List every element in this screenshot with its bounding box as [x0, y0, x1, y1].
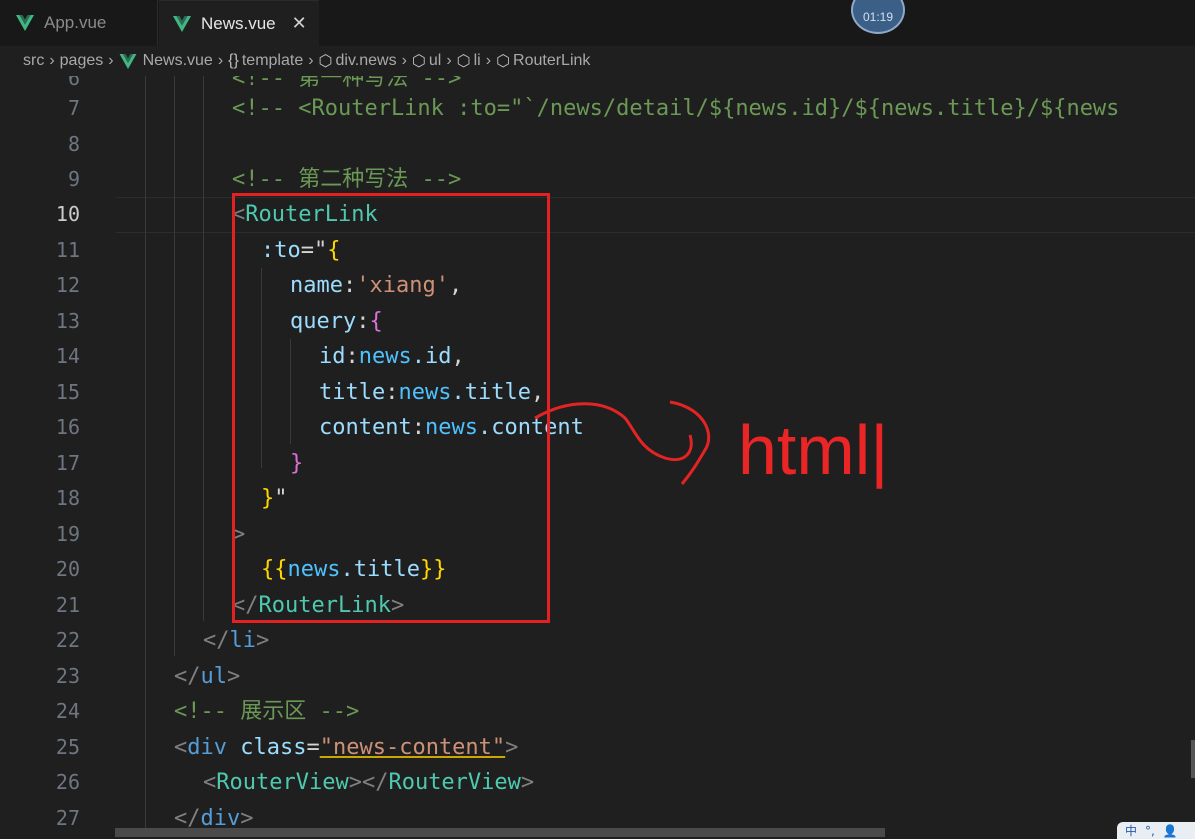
- token: >: [240, 806, 254, 828]
- line-number: 26: [55, 770, 80, 794]
- code-line: <!-- 展示区 -->: [174, 694, 359, 730]
- timer-text: 01:19: [862, 10, 894, 24]
- comment: <!-- 第一种写法 -->: [232, 76, 462, 91]
- tag-name: div: [200, 806, 241, 828]
- tag-name: RouterView: [216, 770, 349, 795]
- cube-icon: ⬡: [411, 53, 426, 70]
- cube-icon: ⬡: [496, 53, 511, 70]
- tag-name: li: [229, 628, 257, 653]
- annotation-box: [232, 193, 550, 623]
- code-line: <!-- <RouterLink :to="`/news/detail/${ne…: [232, 91, 1119, 127]
- code-line: <div class="news-content">: [174, 730, 518, 766]
- cube-icon: ⬡: [456, 53, 471, 70]
- line-number: 12: [55, 273, 80, 297]
- ime-lang: 中: [1125, 824, 1138, 838]
- breadcrumb-item[interactable]: src: [23, 52, 44, 70]
- token: <: [174, 735, 188, 760]
- tab-label: News.vue: [201, 13, 276, 33]
- token: >: [520, 770, 535, 795]
- chevron-right-icon: ›: [446, 52, 452, 69]
- chevron-right-icon: ›: [217, 52, 224, 69]
- tab-label: App.vue: [44, 13, 107, 32]
- comment: <!-- 第二种写法 -->: [232, 167, 462, 192]
- chevron-right-icon: ›: [108, 52, 114, 69]
- chevron-right-icon: ›: [308, 52, 314, 69]
- line-number: 27: [55, 806, 80, 828]
- line-number: 13: [55, 309, 80, 333]
- line-number: 19: [55, 522, 80, 546]
- token: </: [203, 628, 230, 653]
- breadcrumb-item[interactable]: template: [242, 52, 303, 70]
- code-line: </li>: [203, 623, 269, 659]
- chevron-right-icon: ›: [49, 52, 55, 69]
- breadcrumb-item[interactable]: li: [474, 52, 481, 70]
- comment: <!-- 展示区 -->: [174, 699, 360, 724]
- line-number: 24: [55, 699, 80, 723]
- line-number: 17: [55, 451, 80, 475]
- token: </: [174, 664, 201, 689]
- token: >: [505, 735, 519, 760]
- token: <: [203, 770, 217, 795]
- breadcrumb-item[interactable]: News.vue: [143, 52, 213, 70]
- line-number: 22: [55, 628, 80, 652]
- ime-indicator[interactable]: 中 °, 👤: [1117, 822, 1195, 839]
- line-number: 9: [67, 167, 80, 191]
- cube-icon: ⬡: [318, 53, 333, 70]
- line-number: 20: [55, 557, 80, 581]
- vertical-scrollbar[interactable]: [1191, 740, 1195, 778]
- vue-icon: [119, 53, 137, 69]
- token: </: [174, 806, 201, 828]
- line-number: 7: [67, 96, 80, 120]
- chevron-right-icon: ›: [485, 52, 492, 69]
- token: >: [256, 628, 270, 653]
- vue-icon: [16, 15, 34, 31]
- comment: <!-- <RouterLink :to="`/news/detail/${ne…: [232, 96, 1120, 121]
- tab-news-vue[interactable]: News.vue ✕: [159, 0, 319, 46]
- line-number: 21: [55, 593, 80, 617]
- line-number-active: 10: [55, 202, 80, 226]
- code-line: </ul>: [174, 659, 240, 695]
- code-line: </div>: [174, 801, 254, 828]
- breadcrumb-item[interactable]: RouterLink: [513, 52, 590, 70]
- user-icon: 👤: [1162, 823, 1178, 838]
- breadcrumb: src › pages › News.vue › {} template › ⬡ div.n…: [0, 46, 1195, 76]
- line-number: 15: [55, 380, 80, 404]
- braces-icon: {}: [228, 52, 239, 69]
- breadcrumb-item[interactable]: pages: [60, 52, 104, 70]
- code-line: <RouterView></RouterView>: [203, 765, 534, 801]
- vue-icon: [173, 15, 191, 32]
- line-number-gutter: 6 7 8 9 10 11 12 13 14 15 16 17 18 19 20…: [0, 76, 100, 828]
- ime-symbol: °,: [1145, 823, 1155, 838]
- attribute: class: [227, 735, 307, 760]
- breadcrumb-item[interactable]: div.news: [336, 52, 397, 70]
- tag-name: div: [187, 735, 227, 760]
- close-icon[interactable]: ✕: [292, 13, 307, 34]
- line-number: 8: [67, 132, 80, 156]
- token: ></: [348, 770, 389, 795]
- line-number: 11: [55, 238, 80, 262]
- line-number: 16: [55, 415, 80, 439]
- horizontal-scrollbar[interactable]: [115, 828, 885, 837]
- token: =: [306, 735, 320, 760]
- string: "news-content": [319, 735, 506, 760]
- line-number: 18: [55, 486, 80, 510]
- line-number: 14: [55, 344, 80, 368]
- tag-name: RouterView: [388, 770, 521, 795]
- tab-bar: App.vue News.vue ✕ 01:19: [0, 0, 1195, 46]
- breadcrumb-item[interactable]: ul: [429, 52, 441, 70]
- recording-timer: 01:19: [851, 0, 905, 34]
- line-number: 23: [55, 664, 80, 688]
- annotation-text: html|: [738, 411, 889, 489]
- tab-app-vue[interactable]: App.vue: [0, 0, 158, 46]
- token: >: [227, 664, 241, 689]
- line-number: 25: [55, 735, 80, 759]
- annotation-arrow: [534, 400, 711, 485]
- tag-name: ul: [200, 664, 228, 689]
- chevron-right-icon: ›: [401, 52, 407, 69]
